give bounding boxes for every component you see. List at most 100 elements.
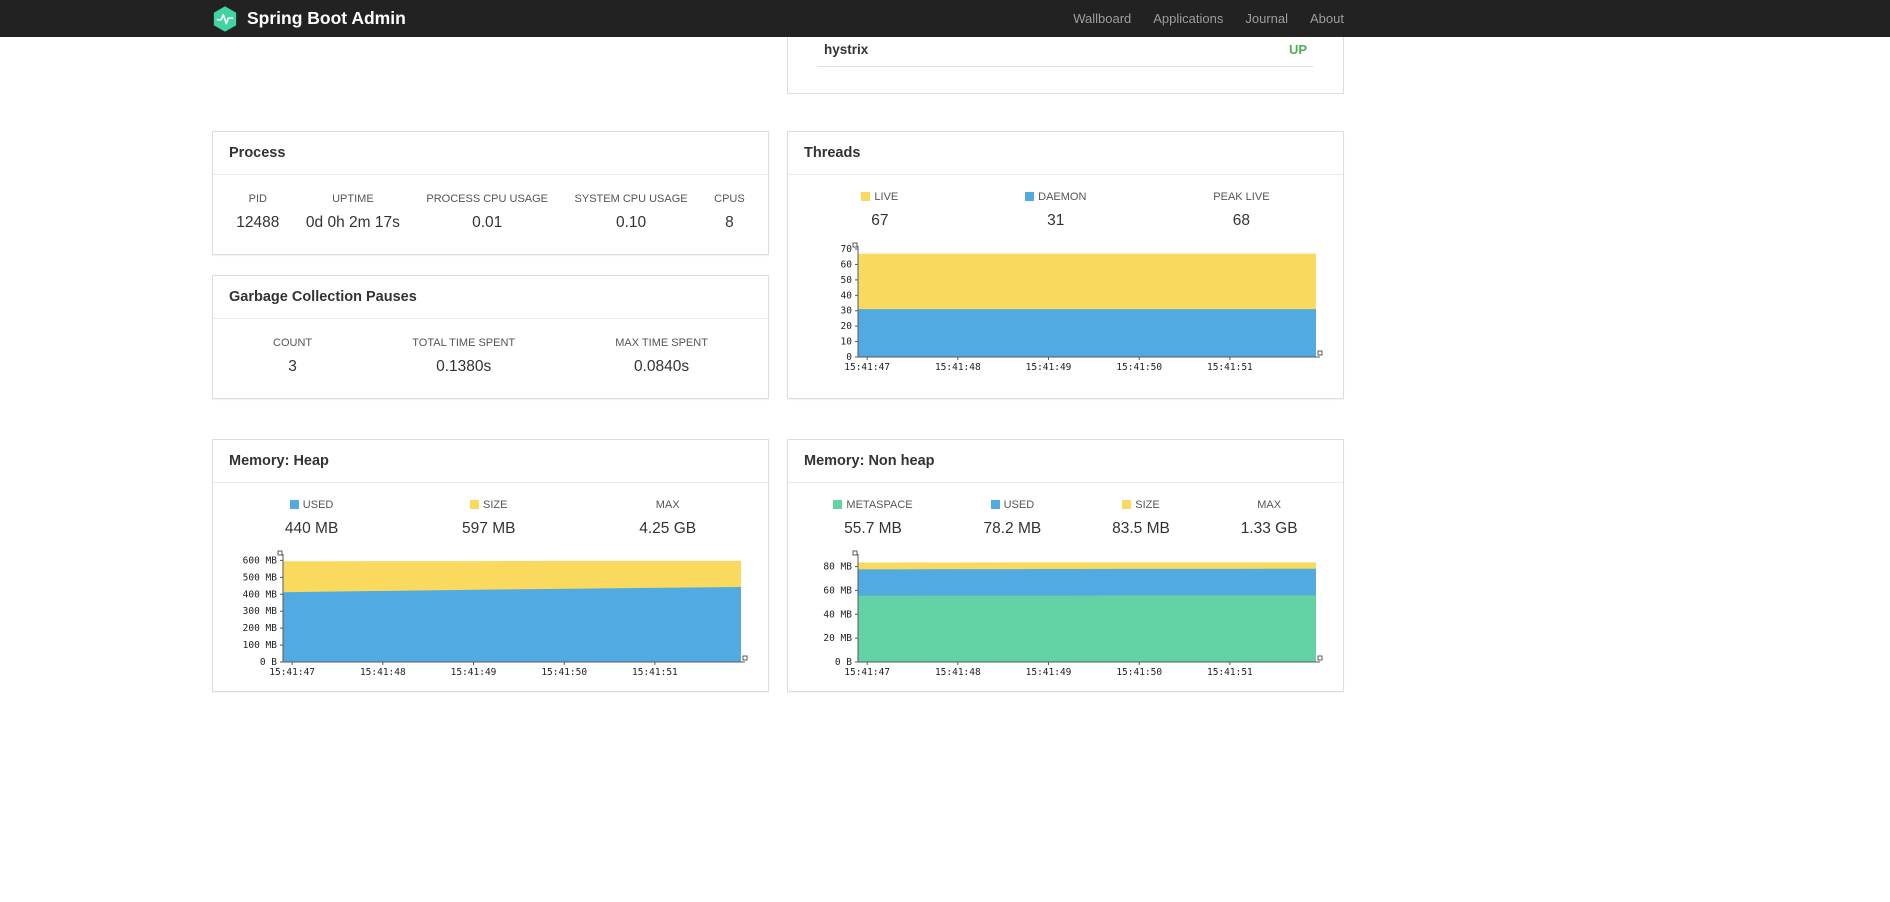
stat-value: 31	[1047, 212, 1065, 229]
stat-heap-size: SIZE 597 MB	[462, 499, 515, 538]
stat-value: 597 MB	[462, 520, 516, 537]
svg-text:200 MB: 200 MB	[242, 623, 277, 634]
heap-card-title: Memory: Heap	[213, 440, 768, 483]
stat-label: USED	[285, 499, 338, 511]
applications-card-spacer	[788, 67, 1343, 93]
process-stats: PID 12488 UPTIME 0d 0h 2m 17s PROCESS CP…	[213, 175, 768, 254]
svg-text:15:41:50: 15:41:50	[541, 667, 587, 678]
nonheap-card: Memory: Non heap METASPACE 55.7 MB USED …	[787, 439, 1344, 692]
stat-value: 8	[725, 214, 734, 231]
row-applications: hystrix UP	[212, 37, 1344, 94]
svg-text:15:41:50: 15:41:50	[1116, 362, 1162, 373]
stat-label: TOTAL TIME SPENT	[412, 337, 516, 349]
svg-text:15:41:51: 15:41:51	[1207, 362, 1253, 373]
heap-card: Memory: Heap USED 440 MB SIZE 597 MB MAX…	[212, 439, 769, 692]
application-name: hystrix	[824, 42, 869, 57]
stat-nonheap-size: SIZE 83.5 MB	[1112, 499, 1170, 538]
process-card: Process PID 12488 UPTIME 0d 0h 2m 17s PR…	[212, 131, 769, 255]
stat-nonheap-metaspace: METASPACE 55.7 MB	[833, 499, 913, 538]
stat-heap-used: USED 440 MB	[285, 499, 338, 538]
svg-text:50: 50	[840, 275, 852, 286]
stat-cpus: CPUS 8	[714, 193, 745, 232]
stat-gc-count: COUNT 3	[273, 337, 312, 376]
stat-value: 12488	[236, 214, 280, 231]
stat-label: CPUS	[714, 193, 745, 205]
stat-label: MAX TIME SPENT	[615, 337, 708, 349]
svg-text:80 MB: 80 MB	[823, 562, 852, 573]
stat-label: PEAK LIVE	[1213, 191, 1270, 203]
stat-value: 0.01	[472, 214, 503, 231]
gc-card-title: Garbage Collection Pauses	[213, 276, 768, 319]
legend-label: USED	[302, 499, 334, 511]
stat-label: COUNT	[273, 337, 313, 349]
stat-label: SYSTEM CPU USAGE	[574, 193, 688, 205]
legend-label: METASPACE	[846, 499, 913, 511]
svg-text:300 MB: 300 MB	[242, 606, 277, 617]
nonheap-chart-wrap: 0 B 20 MB 40 MB 60 MB 80 MB 15:41:47 15:41:48 1…	[788, 542, 1343, 691]
stat-label: UPTIME	[332, 193, 374, 205]
col-applications: hystrix UP	[787, 37, 1344, 94]
brand-link[interactable]: Spring Boot Admin	[212, 5, 406, 32]
svg-text:20: 20	[840, 321, 852, 332]
stat-label: SIZE	[1112, 499, 1170, 511]
svg-text:15:41:47: 15:41:47	[844, 667, 890, 678]
stat-value: 68	[1232, 212, 1251, 229]
nav-item-applications[interactable]: Applications	[1142, 11, 1234, 26]
svg-text:15:41:49: 15:41:49	[450, 667, 496, 678]
stat-uptime: UPTIME 0d 0h 2m 17s	[306, 193, 400, 232]
svg-text:15:41:48: 15:41:48	[934, 362, 980, 373]
stat-value: 0.1380s	[436, 358, 492, 375]
svg-text:10: 10	[840, 337, 852, 348]
stat-threads-daemon: DAEMON 31	[1025, 191, 1086, 230]
stat-label: SIZE	[462, 499, 515, 511]
stat-gc-total-time: TOTAL TIME SPENT 0.1380s	[412, 337, 515, 376]
application-row[interactable]: hystrix UP	[818, 37, 1313, 67]
col-empty-left	[212, 37, 769, 94]
stat-value: 0.0840s	[634, 358, 690, 375]
nav-item-wallboard[interactable]: Wallboard	[1062, 11, 1142, 26]
svg-text:40 MB: 40 MB	[823, 609, 852, 620]
navbar: Spring Boot Admin Wallboard Applications…	[0, 0, 1890, 37]
legend-label: SIZE	[483, 499, 508, 511]
svg-text:15:41:51: 15:41:51	[632, 667, 678, 678]
nav-item-about[interactable]: About	[1299, 11, 1344, 26]
stat-label: MAX	[655, 499, 680, 511]
svg-text:20 MB: 20 MB	[823, 633, 852, 644]
daemon-legend-swatch	[1025, 192, 1035, 201]
svg-text:15:41:51: 15:41:51	[1207, 667, 1253, 678]
stat-value: 83.5 MB	[1112, 520, 1170, 537]
used-legend-swatch	[289, 500, 299, 509]
stat-value: 78.2 MB	[983, 520, 1042, 537]
col-threads: Threads LIVE 67 DAEMON 31 PEAK LIVE 68 0…	[787, 131, 1344, 399]
nav-item-journal[interactable]: Journal	[1234, 11, 1299, 26]
spring-boot-admin-logo-icon	[212, 5, 238, 32]
stat-heap-max: MAX 4.25 GB	[639, 499, 696, 538]
threads-card: Threads LIVE 67 DAEMON 31 PEAK LIVE 68 0…	[787, 131, 1344, 399]
heap-legend: USED 440 MB SIZE 597 MB MAX 4.25 GB	[213, 483, 768, 542]
stat-nonheap-max: MAX 1.33 GB	[1241, 499, 1298, 538]
svg-text:500 MB: 500 MB	[242, 572, 277, 583]
stat-value: 4.25 GB	[639, 520, 697, 537]
svg-text:40: 40	[840, 290, 852, 301]
status-badge: UP	[1288, 42, 1307, 57]
stat-nonheap-used: USED 78.2 MB	[984, 499, 1042, 538]
svg-text:15:41:49: 15:41:49	[1025, 667, 1071, 678]
stat-gc-max-time: MAX TIME SPENT 0.0840s	[615, 337, 708, 376]
nonheap-legend: METASPACE 55.7 MB USED 78.2 MB SIZE 83.5…	[788, 483, 1343, 542]
stat-value: 1.33 GB	[1240, 520, 1298, 537]
svg-text:15:41:48: 15:41:48	[934, 667, 980, 678]
live-legend-swatch	[861, 192, 871, 201]
nonheap-chart: 0 B20 MB40 MB60 MB80 MB15:41:47 15:41:48 1…	[823, 550, 1322, 678]
col-process-gc: Process PID 12488 UPTIME 0d 0h 2m 17s PR…	[212, 131, 769, 399]
stat-value: 3	[288, 358, 297, 375]
svg-text:15:41:49: 15:41:49	[1025, 362, 1071, 373]
svg-text:15:41:47: 15:41:47	[269, 667, 315, 678]
col-heap: Memory: Heap USED 440 MB SIZE 597 MB MAX…	[212, 439, 769, 692]
stat-label: LIVE	[861, 191, 898, 203]
stat-value: 67	[871, 212, 889, 229]
svg-text:60 MB: 60 MB	[823, 585, 852, 596]
heap-chart-wrap: 0 B 100 MB 200 MB 300 MB 400 MB 500 MB 600 MB 1…	[213, 542, 768, 691]
svg-text:600 MB: 600 MB	[242, 555, 277, 566]
stat-value: 0.10	[616, 214, 647, 231]
metaspace-legend-swatch	[833, 500, 843, 509]
